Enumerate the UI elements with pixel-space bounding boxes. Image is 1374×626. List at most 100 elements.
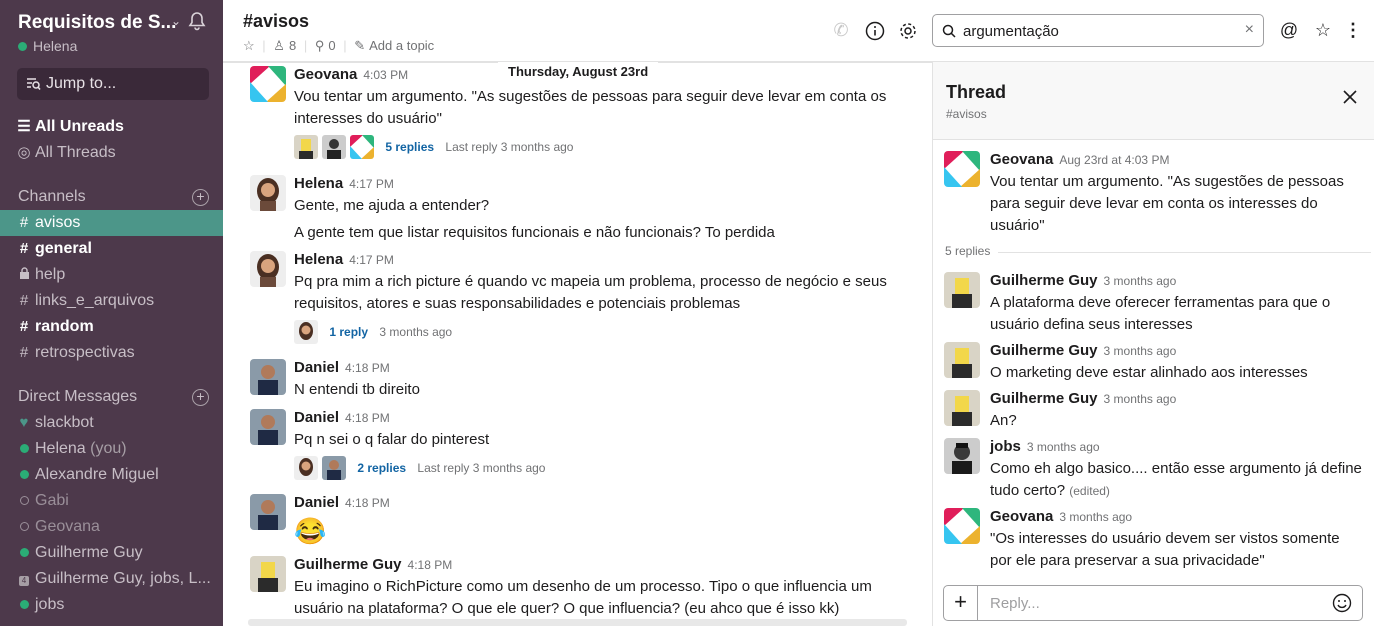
message-text: A plataforma deve oferecer ferramentas p… (990, 294, 1331, 333)
thread-header: Thread #avisos (933, 62, 1374, 140)
message-author[interactable]: Daniel 4:18 PM (294, 494, 390, 511)
message-list: Geovana 4:03 PM Vou tentar um argumento. … (223, 62, 932, 626)
add-channel-icon[interactable]: + (192, 189, 209, 206)
message-text: N entendi tb direito (294, 381, 420, 398)
avatar[interactable] (250, 359, 286, 395)
hash-icon: # (19, 344, 29, 361)
avatar[interactable] (250, 66, 286, 102)
message-text: Eu imagino o RichPicture como um desenho… (294, 578, 872, 617)
thread-title: Thread (946, 82, 1007, 102)
add-attachment-button[interactable]: + (944, 586, 978, 620)
replies-link[interactable]: 1 reply (329, 325, 368, 339)
info-icon[interactable] (864, 20, 886, 42)
jump-to-button[interactable]: Jump to... (17, 68, 209, 100)
dm-item-gabi[interactable]: Gabi (0, 488, 223, 514)
channel-item-random[interactable]: # random (0, 314, 223, 340)
avatar (322, 135, 346, 159)
channel-item-general[interactable]: # general (0, 236, 223, 262)
message-author[interactable]: Geovana 3 months ago (990, 508, 1132, 525)
more-options-icon[interactable]: ⋮ (1342, 20, 1364, 42)
starred-items-icon[interactable]: ☆ (1312, 20, 1334, 42)
avatar[interactable] (944, 508, 980, 544)
replies-link[interactable]: 2 replies (357, 461, 406, 475)
pin-icon[interactable]: ⚲ (315, 38, 325, 53)
channel-header: #avisos ☆ | ♙ 8 | ⚲ 0 | ✎ Add a topic ✆ arg… (223, 0, 1374, 62)
avatar[interactable] (944, 438, 980, 474)
replies-link[interactable]: 5 replies (385, 140, 434, 154)
avatar (350, 135, 374, 159)
add-topic-link[interactable]: Add a topic (369, 38, 434, 53)
all-unreads-link[interactable]: ☰ All Unreads (0, 114, 223, 140)
dm-item-jobs[interactable]: jobs (0, 592, 223, 618)
hash-icon: # (19, 318, 29, 335)
channel-item-retrospectivas[interactable]: # retrospectivas (0, 340, 223, 366)
pin-count[interactable]: 0 (328, 38, 335, 53)
avatar[interactable] (250, 556, 286, 592)
avatar[interactable] (944, 390, 980, 426)
online-status-icon (17, 436, 31, 462)
threads-icon: ◎ (17, 144, 31, 161)
mentions-icon[interactable]: @ (1278, 20, 1300, 42)
unreads-icon: ☰ (17, 118, 31, 135)
phone-icon[interactable]: ✆ (830, 20, 852, 42)
pencil-icon: ✎ (354, 38, 366, 53)
dm-item-geovana[interactable]: Geovana (0, 514, 223, 540)
avatar[interactable] (250, 251, 286, 287)
avatar[interactable] (250, 409, 286, 445)
channel-item-links-e-arquivos[interactable]: # links_e_arquivos (0, 288, 223, 314)
avatar[interactable] (944, 342, 980, 378)
channel-item-help[interactable]: help (0, 262, 223, 288)
message-author[interactable]: Geovana 4:03 PM (294, 66, 408, 83)
avatar[interactable] (250, 175, 286, 211)
message-author[interactable]: Guilherme Guy 3 months ago (990, 272, 1176, 289)
thread-summary[interactable]: 2 replies Last reply 3 months ago (294, 456, 545, 480)
channel-item-avisos[interactable]: # avisos (0, 210, 223, 236)
avatar (294, 456, 318, 480)
all-threads-link[interactable]: ◎ All Threads (0, 140, 223, 166)
dm-item-alexandre-miguel[interactable]: Alexandre Miguel (0, 462, 223, 488)
dm-item-slackbot[interactable]: ♥ slackbot (0, 410, 223, 436)
avatar[interactable] (250, 494, 286, 530)
search-input[interactable]: argumentação × (932, 14, 1264, 47)
message-author[interactable]: Guilherme Guy 4:18 PM (294, 556, 452, 573)
members-icon[interactable]: ♙ (273, 38, 285, 53)
thread-summary[interactable]: 1 reply 3 months ago (294, 320, 452, 344)
search-icon (942, 24, 956, 38)
message-author[interactable]: Daniel 4:18 PM (294, 359, 390, 376)
message-author[interactable]: Geovana Aug 23rd at 4:03 PM (990, 151, 1169, 168)
reply-input[interactable]: + Reply... (943, 585, 1363, 621)
message-text: Gente, me ajuda a entender? (294, 197, 490, 214)
message-author[interactable]: Guilherme Guy 3 months ago (990, 390, 1176, 407)
message-text: Vou tentar um argumento. "As sugestões d… (990, 173, 1344, 234)
avatar[interactable] (944, 151, 980, 187)
message-author[interactable]: Guilherme Guy 3 months ago (990, 342, 1176, 359)
message-text: Pq n sei o q falar do pinterest (294, 431, 490, 448)
gear-icon[interactable] (897, 20, 919, 42)
message-author[interactable]: jobs 3 months ago (990, 438, 1100, 455)
message-author[interactable]: Helena 4:17 PM (294, 251, 394, 268)
message-author[interactable]: Daniel 4:18 PM (294, 409, 390, 426)
close-icon[interactable] (1341, 88, 1359, 106)
online-status-icon (17, 592, 31, 618)
channels-header[interactable]: Channels (18, 188, 86, 206)
dm-item-guilherme-guy[interactable]: Guilherme Guy (0, 540, 223, 566)
bell-icon[interactable] (186, 10, 208, 32)
emoji-icon[interactable] (1332, 593, 1352, 613)
online-status-icon (18, 42, 27, 51)
message-author[interactable]: Helena 4:17 PM (294, 175, 394, 192)
message-text: Como eh algo basico.... então esse argum… (990, 460, 1362, 499)
direct-messages-header[interactable]: Direct Messages (18, 388, 137, 406)
add-dm-icon[interactable]: + (192, 389, 209, 406)
horizontal-scrollbar[interactable] (248, 619, 907, 626)
away-status-icon (17, 514, 31, 540)
avatar[interactable] (944, 272, 980, 308)
workspace-name[interactable]: Requisitos de S... (18, 12, 176, 34)
chevron-down-icon[interactable]: ⌄ (171, 14, 181, 28)
dm-item-group[interactable]: 4 Guilherme Guy, jobs, L... (0, 566, 223, 592)
dm-item-helena[interactable]: Helena (you) (0, 436, 223, 462)
thread-summary[interactable]: 5 replies Last reply 3 months ago (294, 135, 573, 159)
member-count[interactable]: 8 (289, 38, 296, 53)
clear-search-icon[interactable]: × (1245, 21, 1254, 39)
star-icon[interactable]: ☆ (243, 38, 255, 53)
thread-channel[interactable]: #avisos (946, 107, 987, 121)
